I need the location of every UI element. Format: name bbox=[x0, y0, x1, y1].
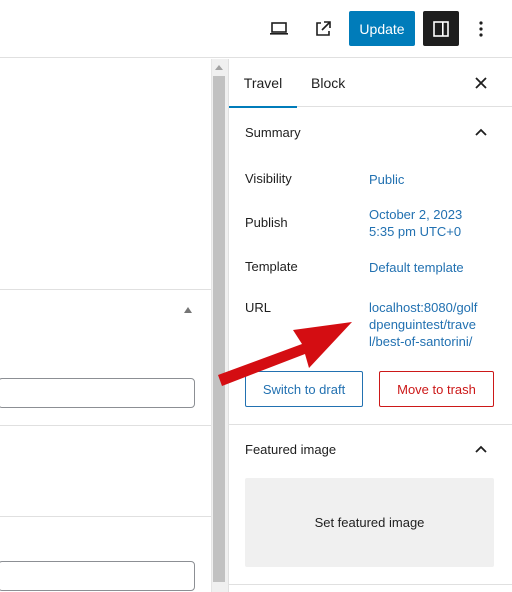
publish-date-link[interactable]: October 2, 2023 5:35 pm UTC+0 bbox=[369, 206, 469, 240]
sidebar-tabs: Travel Block bbox=[229, 59, 512, 108]
switch-to-draft-button[interactable]: Switch to draft bbox=[245, 371, 363, 407]
meta-text-input[interactable] bbox=[0, 561, 195, 591]
tab-post[interactable]: Travel bbox=[229, 59, 297, 108]
visibility-value-link[interactable]: Public bbox=[369, 171, 404, 188]
tab-block[interactable]: Block bbox=[311, 59, 345, 107]
set-featured-image-button[interactable]: Set featured image bbox=[245, 478, 494, 567]
settings-sidebar: Travel Block Summary Visibility Public P… bbox=[228, 59, 512, 592]
template-label: Template bbox=[245, 259, 298, 274]
featured-image-panel-toggle[interactable]: Featured image bbox=[229, 425, 512, 473]
external-link-icon bbox=[316, 21, 331, 36]
summary-panel-title: Summary bbox=[245, 124, 301, 140]
update-button[interactable]: Update bbox=[349, 11, 415, 46]
options-menu-button[interactable] bbox=[465, 13, 497, 45]
meta-box-section bbox=[0, 425, 211, 517]
settings-toggle-button[interactable] bbox=[423, 11, 459, 46]
editor-canvas bbox=[0, 59, 211, 592]
close-icon bbox=[475, 77, 487, 89]
scroll-up-arrow-icon[interactable] bbox=[215, 65, 223, 70]
meta-box-section bbox=[0, 516, 211, 592]
panel-divider bbox=[229, 584, 512, 585]
chevron-up-icon bbox=[473, 441, 489, 457]
move-to-trash-button[interactable]: Move to trash bbox=[379, 371, 494, 407]
summary-panel-toggle[interactable]: Summary bbox=[229, 108, 512, 156]
editor-top-toolbar: Update bbox=[0, 0, 512, 58]
url-link[interactable]: localhost:8080/golf dpenguintest/travel/… bbox=[369, 299, 481, 350]
preview-button[interactable] bbox=[263, 13, 295, 45]
vertical-ellipsis-icon bbox=[479, 21, 483, 37]
chevron-up-icon bbox=[473, 124, 489, 140]
collapse-caret-icon[interactable] bbox=[184, 307, 192, 313]
url-label: URL bbox=[245, 300, 272, 315]
template-link[interactable]: Default template bbox=[369, 259, 464, 276]
publish-label: Publish bbox=[245, 215, 288, 230]
scrollbar-thumb[interactable] bbox=[213, 76, 225, 582]
close-sidebar-button[interactable] bbox=[469, 71, 493, 95]
featured-image-panel-title: Featured image bbox=[245, 441, 337, 457]
meta-text-input[interactable] bbox=[0, 378, 195, 408]
sidebar-panel-icon bbox=[433, 20, 449, 37]
meta-box-section bbox=[0, 289, 211, 425]
visibility-label: Visibility bbox=[245, 171, 292, 186]
view-post-button[interactable] bbox=[307, 13, 339, 45]
laptop-icon bbox=[270, 22, 288, 35]
